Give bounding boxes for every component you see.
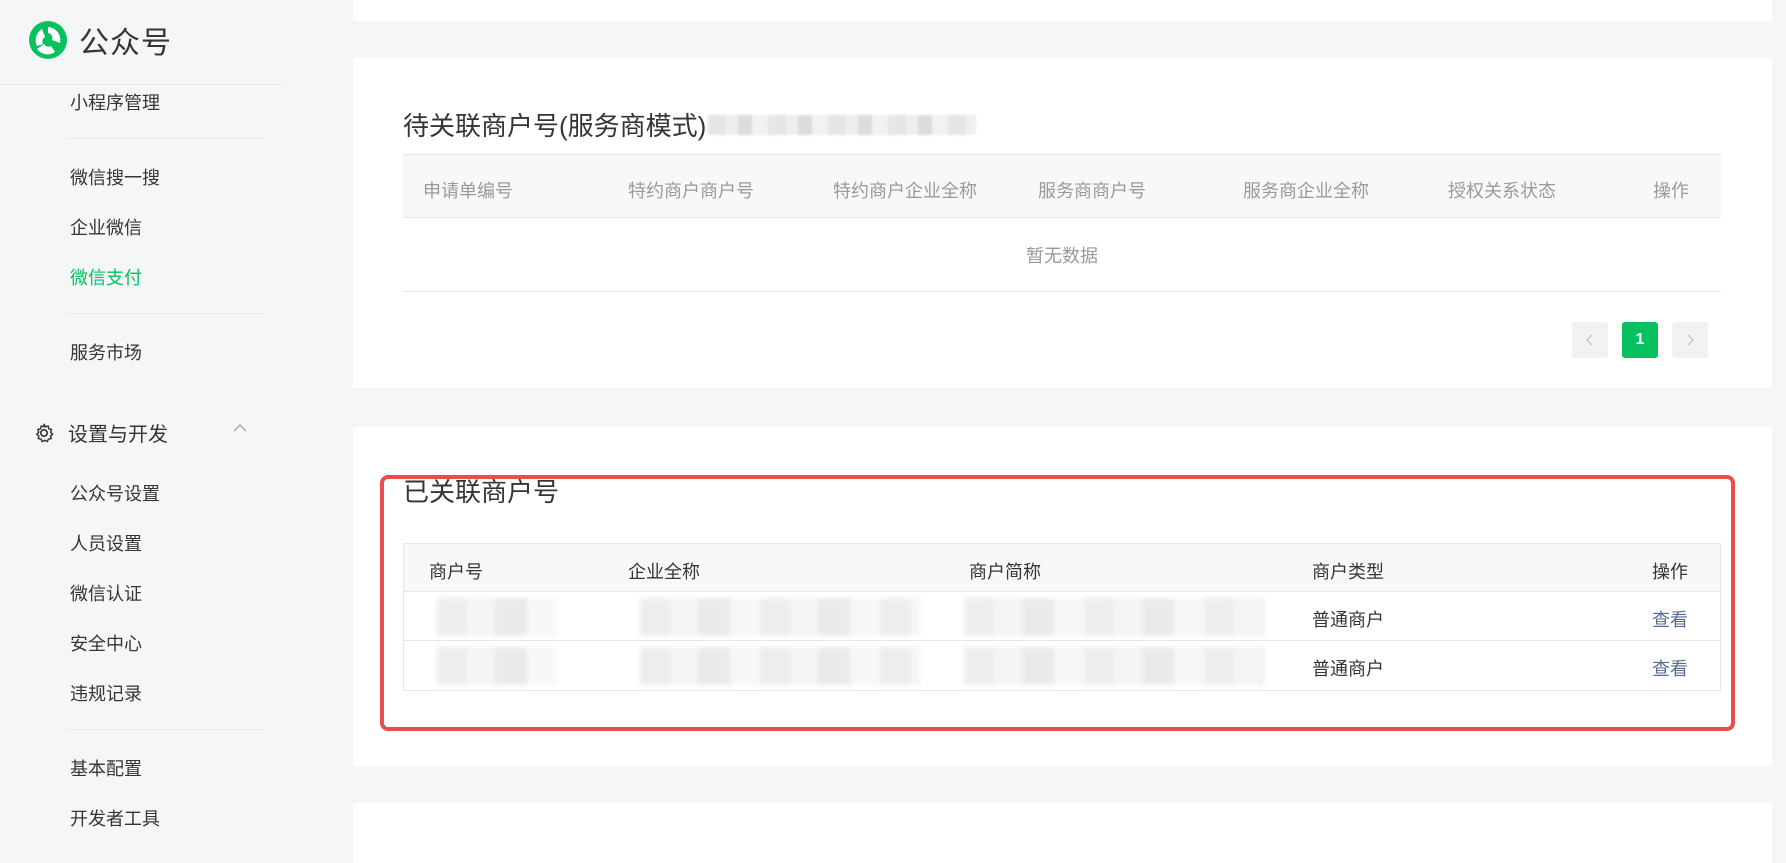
pagination-prev-button[interactable] [1572, 322, 1608, 358]
gear-icon [35, 423, 54, 442]
pagination-next-button[interactable] [1672, 322, 1708, 358]
empty-row: 暂无数据 [403, 218, 1721, 292]
sidebar-item-basic-config[interactable]: 基本配置 [70, 755, 142, 781]
highlight-box [380, 475, 1735, 731]
column-header: 申请单编号 [423, 181, 513, 201]
column-header: 特约商户商户号 [628, 181, 754, 201]
redacted-text [708, 115, 976, 135]
sidebar-item-wechat-search[interactable]: 微信搜一搜 [70, 164, 160, 190]
table-header: 申请单编号 特约商户商户号 特约商户企业全称 服务商商户号 服务商企业全称 授权… [403, 154, 1721, 218]
sidebar-item-wechat-pay[interactable]: 微信支付 [70, 264, 142, 290]
divider [66, 313, 263, 314]
column-header: 操作 [1653, 181, 1689, 201]
column-header: 授权关系状态 [1448, 181, 1556, 201]
sidebar-item-mini-program[interactable]: 小程序管理 [70, 89, 160, 115]
pagination-page-button[interactable]: 1 [1622, 322, 1658, 358]
column-header: 特约商户企业全称 [833, 181, 977, 201]
section-title: 待关联商户号(服务商模式) [403, 111, 707, 141]
brand-name: 公众号 [79, 27, 172, 60]
wechat-official-logo-icon [29, 21, 67, 59]
sidebar-item-verification[interactable]: 微信认证 [70, 580, 142, 606]
empty-text: 暂无数据 [1026, 246, 1098, 266]
sidebar-item-account-settings[interactable]: 公众号设置 [70, 480, 160, 506]
sidebar-item-violations[interactable]: 违规记录 [70, 680, 142, 706]
column-header: 服务商企业全称 [1243, 181, 1369, 201]
sidebar-group-label: 设置与开发 [68, 424, 168, 446]
sidebar-item-work-wechat[interactable]: 企业微信 [70, 214, 142, 240]
chevron-left-icon [1585, 334, 1593, 346]
chevron-right-icon [1687, 334, 1695, 346]
pending-merchants-card: 待关联商户号(服务商模式) 申请单编号 特约商户商户号 特约商户企业全称 服务商… [353, 58, 1772, 388]
divider [0, 84, 283, 85]
card-bottom-partial [353, 803, 1772, 863]
sidebar-item-service-market[interactable]: 服务市场 [70, 339, 142, 365]
sidebar-item-developer-tools[interactable]: 开发者工具 [70, 805, 160, 831]
sidebar-item-member-settings[interactable]: 人员设置 [70, 530, 142, 556]
sidebar-group-settings[interactable]: 设置与开发 [33, 418, 248, 447]
divider [66, 729, 263, 730]
chevron-up-icon[interactable] [232, 422, 248, 434]
divider [66, 138, 263, 139]
sidebar-item-security[interactable]: 安全中心 [70, 630, 142, 656]
column-header: 服务商商户号 [1038, 181, 1146, 201]
card-top-partial [353, 0, 1772, 21]
brand[interactable]: 公众号 [27, 18, 172, 62]
sidebar: 公众号 小程序管理 微信搜一搜 企业微信 微信支付 服务市场 设置与开发 公众号… [0, 0, 283, 847]
